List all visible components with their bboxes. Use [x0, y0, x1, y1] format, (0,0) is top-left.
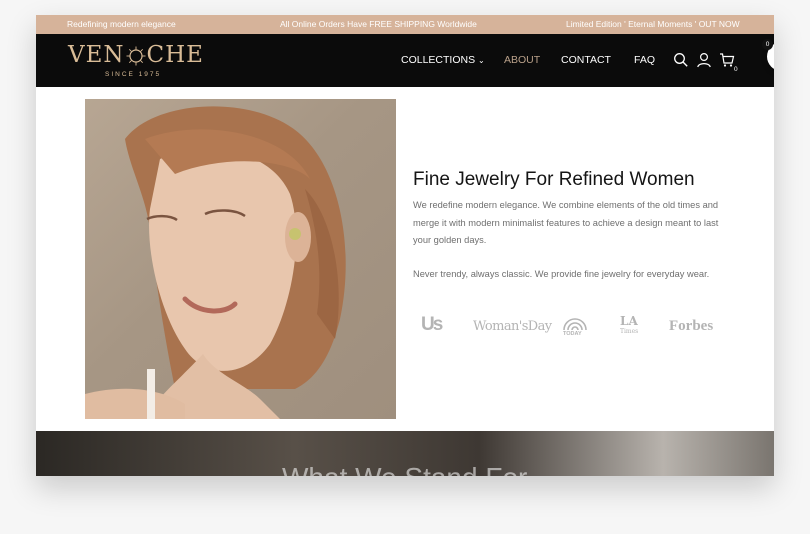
press-logo-latimes: LA Times — [620, 314, 642, 338]
press-logo-latimes-top: LA — [620, 314, 638, 328]
logo-tagline: SINCE 1975 — [105, 71, 162, 78]
hero-model-image — [85, 99, 396, 419]
account-icon[interactable] — [696, 52, 712, 68]
today-rainbow-icon — [563, 318, 587, 331]
nav-contact[interactable]: CONTACT — [561, 54, 611, 66]
announcement-left: Redefining modern elegance — [67, 19, 176, 29]
cart-icon[interactable] — [719, 52, 735, 68]
main-nav: VEN CHE SINCE 1975 COLLECTIONS ⌄ ABOUT C… — [36, 34, 774, 87]
press-logo-latimes-bottom: Times — [620, 328, 639, 335]
floating-cart-badge: 0 — [762, 39, 773, 50]
intro-paragraph-2: Never trendy, always classic. We provide… — [413, 269, 710, 279]
press-logo-womansday: Woman'sDay — [473, 319, 552, 334]
search-icon[interactable] — [673, 52, 689, 68]
nav-faq[interactable]: FAQ — [634, 54, 655, 66]
logo-sunburst-icon — [125, 44, 147, 66]
announcement-bar: Redefining modern elegance All Online Or… — [36, 15, 774, 34]
nav-collections-label: COLLECTIONS — [401, 54, 476, 66]
press-logo-forbes: Forbes — [669, 318, 714, 334]
logo-text-left: VEN — [68, 42, 125, 68]
page-frame: Redefining modern elegance All Online Or… — [36, 15, 774, 476]
announcement-center[interactable]: All Online Orders Have FREE SHIPPING Wor… — [280, 19, 477, 29]
brand-logo[interactable]: VEN CHE SINCE 1975 — [68, 40, 203, 80]
nav-about[interactable]: ABOUT — [504, 54, 540, 66]
press-logo-today-label: TODAY — [563, 331, 582, 337]
values-section-banner: What We Stand For — [36, 431, 774, 476]
chevron-down-icon: ⌄ — [478, 56, 485, 65]
intro-paragraph-1: We redefine modern elegance. We combine … — [413, 200, 719, 245]
values-section-title: What We Stand For — [282, 462, 527, 476]
intro-headline: Fine Jewelry For Refined Women — [413, 169, 695, 190]
press-logo-today: TODAY — [562, 314, 588, 338]
press-logo-us: Us — [421, 314, 443, 335]
announcement-right[interactable]: Limited Edition ' Eternal Moments ' OUT … — [566, 19, 740, 29]
logo-wordmark: VEN CHE — [68, 42, 204, 68]
cart-count: 0 — [734, 66, 738, 73]
logo-text-right: CHE — [146, 42, 204, 68]
nav-collections[interactable]: COLLECTIONS ⌄ — [401, 54, 485, 66]
